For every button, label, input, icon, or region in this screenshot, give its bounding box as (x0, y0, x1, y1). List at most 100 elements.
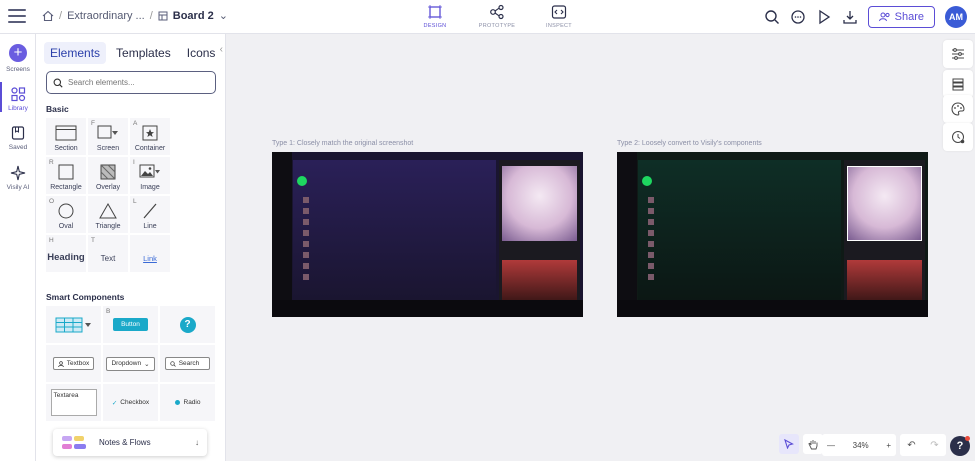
track-row (638, 227, 841, 238)
element-screen[interactable]: F Screen (88, 118, 128, 155)
radio-label: Radio (183, 399, 201, 406)
element-text[interactable]: T Text (88, 235, 128, 272)
rail-label-screens: Screens (6, 66, 30, 73)
track-row (638, 216, 841, 227)
element-container[interactable]: A Container (130, 118, 170, 155)
frame2-screenshot[interactable] (617, 152, 928, 317)
check-icon: ✓ (111, 399, 118, 407)
properties-button[interactable] (943, 40, 973, 68)
arrow-down-icon: ↓ (195, 438, 199, 447)
notes-flows-button[interactable]: Notes & Flows ↓ (53, 429, 207, 456)
smart-table[interactable] (46, 306, 101, 343)
zoom-out-button[interactable]: — (827, 441, 835, 450)
frame1-label: Type 1: Closely match the original scree… (272, 140, 414, 147)
smart-textarea[interactable]: Textarea (46, 384, 101, 421)
rail-item-screens[interactable]: + Screens (0, 44, 36, 73)
element-line[interactable]: L Line (130, 196, 170, 233)
image-icon (139, 164, 160, 178)
element-section[interactable]: Section (46, 118, 86, 155)
tab-elements[interactable]: Elements (44, 42, 107, 64)
rail-item-library[interactable]: Library (0, 86, 36, 112)
element-heading[interactable]: H Heading (46, 235, 86, 272)
undo-redo: ↶ ↷ (900, 434, 946, 456)
element-link[interactable]: Link (130, 235, 170, 272)
pointer-tool[interactable] (779, 434, 799, 454)
rail-item-saved[interactable]: Saved (0, 125, 36, 151)
menu-icon[interactable] (8, 9, 26, 25)
container-icon (142, 125, 158, 141)
tab-icons[interactable]: Icons (181, 42, 222, 64)
element-label: Image (140, 184, 160, 191)
basic-section-title: Basic (46, 104, 69, 114)
canvas[interactable]: Type 1: Closely match the original scree… (227, 34, 940, 461)
element-image[interactable]: I Image (130, 157, 170, 194)
shortcut-key: A (133, 120, 138, 127)
notification-dot (965, 436, 970, 441)
redo-icon[interactable]: ↷ (930, 440, 938, 451)
rail-label-ai: Visily AI (6, 184, 30, 191)
frame1-screenshot[interactable] (272, 152, 583, 317)
smart-textbox[interactable]: Textbox (46, 345, 101, 382)
element-rectangle[interactable]: R Rectangle (46, 157, 86, 194)
checkbox-label: Checkbox (120, 399, 150, 406)
album-art (502, 166, 577, 241)
search-input[interactable] (68, 78, 208, 87)
artist-image (847, 260, 922, 300)
smart-search[interactable]: Search (160, 345, 215, 382)
breadcrumb-project[interactable]: Extraordinary ... (67, 10, 145, 22)
shortcut-key: F (91, 120, 95, 127)
download-icon[interactable] (842, 9, 858, 25)
frame2-now-playing (844, 160, 925, 300)
mode-inspect[interactable]: INSPECT (539, 4, 579, 29)
smart-dropdown[interactable]: Dropdown ⌄ (103, 345, 158, 382)
track-row (293, 216, 496, 227)
element-oval[interactable]: O Oval (46, 196, 86, 233)
element-overlay[interactable]: Overlay (88, 157, 128, 194)
track-row (638, 249, 841, 260)
share-button[interactable]: Share (867, 6, 935, 28)
help-button[interactable]: ? (950, 436, 970, 456)
canvas-tools (779, 434, 823, 454)
search-icon[interactable] (764, 9, 780, 25)
track-row (638, 205, 841, 216)
zoom-level[interactable]: 34% (853, 441, 869, 450)
smart-help[interactable]: ? (160, 306, 215, 343)
layers-button[interactable] (943, 70, 973, 98)
search-box[interactable] (46, 71, 216, 94)
comment-icon[interactable] (790, 9, 806, 25)
breadcrumb-board[interactable]: Board 2 (173, 10, 214, 22)
smart-checkbox[interactable]: ✓ Checkbox (103, 384, 158, 421)
chevron-down-icon[interactable]: ⌄ (219, 9, 228, 22)
tab-templates[interactable]: Templates (110, 42, 177, 64)
mode-design-label: DESIGN (423, 23, 447, 29)
shortcut-key: T (91, 237, 95, 244)
right-rail (941, 34, 975, 461)
empty-cell (172, 157, 212, 194)
collapse-panel-icon[interactable]: ‹ (220, 44, 223, 55)
zoom-in-button[interactable]: + (886, 441, 891, 450)
theme-button[interactable] (943, 95, 973, 123)
basic-elements-grid: Section F Screen A Container R Rectangle… (46, 118, 212, 272)
empty-cell (172, 118, 212, 155)
mode-design[interactable]: DESIGN (415, 4, 455, 29)
smart-button[interactable]: B Button (103, 306, 158, 343)
avatar[interactable]: AM (945, 6, 967, 28)
design-icon (428, 5, 442, 19)
library-panel: Elements Templates Icons ‹ Basic Section… (36, 34, 226, 461)
notes-flows-label: Notes & Flows (99, 438, 151, 447)
rail-item-ai[interactable]: Visily AI (0, 165, 36, 191)
play-icon[interactable] (816, 9, 832, 25)
line-icon (143, 203, 157, 219)
help-icon: ? (956, 440, 964, 452)
help-icon: ? (179, 316, 196, 333)
home-icon[interactable] (42, 10, 54, 22)
element-label: Triangle (95, 223, 121, 230)
mode-prototype[interactable]: PROTOTYPE (477, 4, 517, 29)
smart-radio[interactable]: Radio (160, 384, 215, 421)
search-icon (170, 360, 176, 367)
hand-tool[interactable] (803, 434, 823, 454)
section-icon (55, 125, 77, 141)
element-triangle[interactable]: Triangle (88, 196, 128, 233)
history-button[interactable] (943, 123, 973, 151)
undo-icon[interactable]: ↶ (907, 440, 915, 451)
